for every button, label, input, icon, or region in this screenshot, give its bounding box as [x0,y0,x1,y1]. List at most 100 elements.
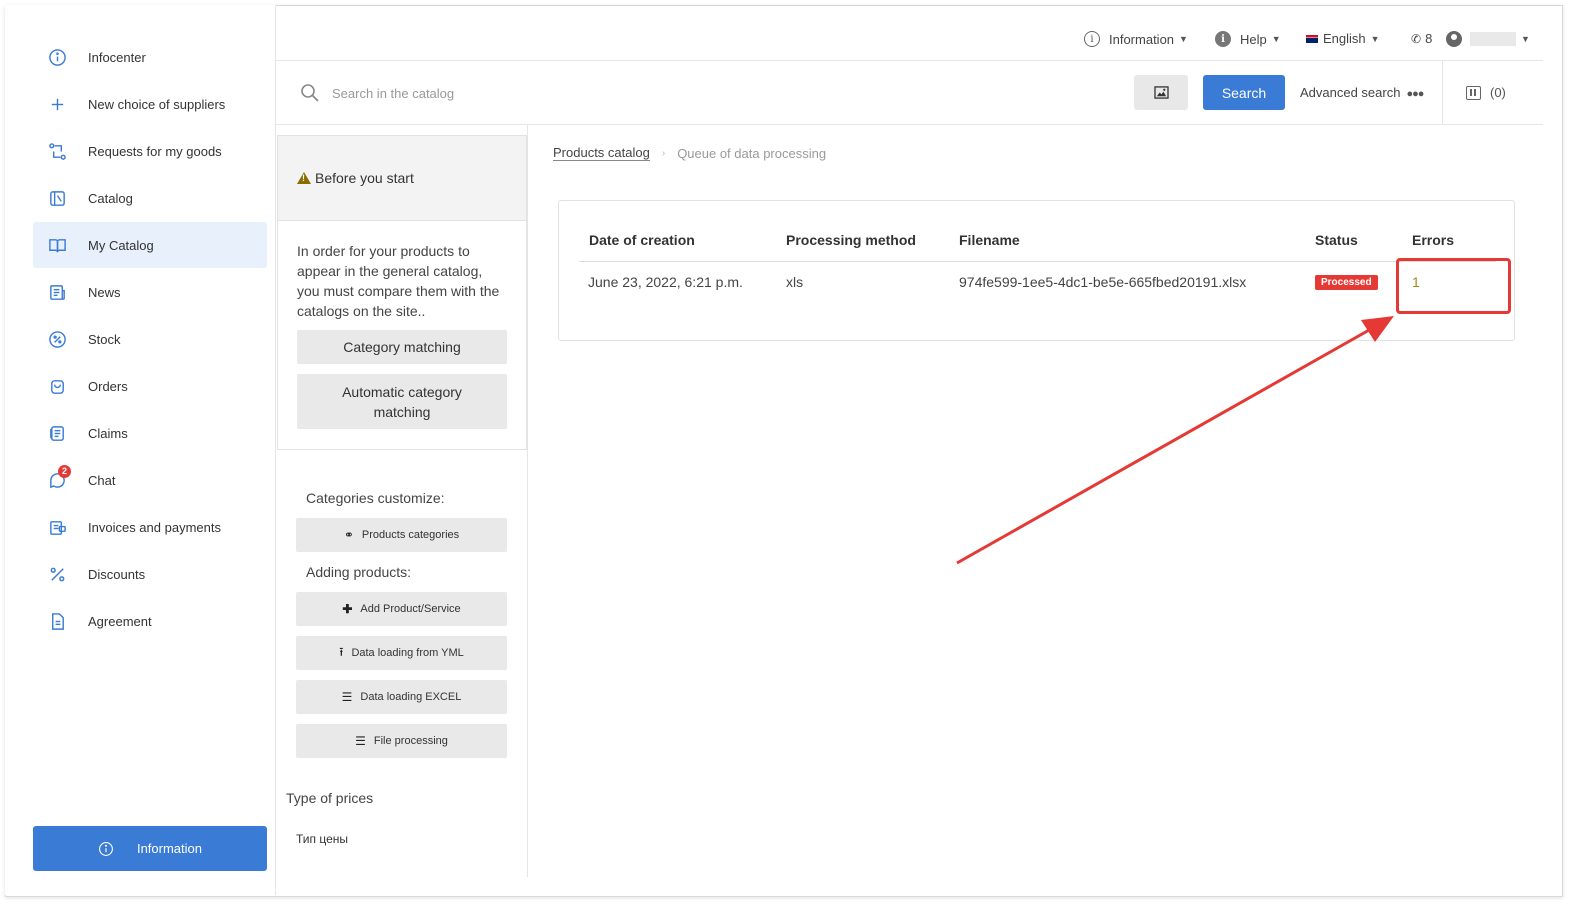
status-badge: Processed [1315,275,1378,290]
chevron-down-icon: ▼ [1179,34,1188,44]
add-product-button[interactable]: ✚ Add Product/Service [296,592,507,626]
sidebar-item-discounts[interactable]: Discounts [33,551,267,597]
search-button[interactable]: Search [1203,75,1285,110]
sidebar-item-label: New choice of suppliers [88,96,226,112]
top-bar: i Information ▼ i Help ▼ English ▼ ✆ 8 ▼ [276,25,1543,61]
before-you-start-header: Before you start [278,136,526,221]
information-menu[interactable]: i Information ▼ [1084,31,1188,47]
more-dots-icon: ●●● [1406,88,1424,100]
sidebar-item-label: My Catalog [88,237,154,253]
chat-icon: 2 [33,464,81,490]
type-of-prices-label: Type of prices [286,790,374,806]
sidebar-item-new-choice-of-suppliers[interactable]: New choice of suppliers [33,81,267,127]
compare-button[interactable]: (0) [1466,85,1506,100]
document-icon [33,612,81,631]
search-icon [301,84,319,102]
file-processing-button[interactable]: ☰ File processing [296,724,507,758]
column-header-errors: Errors [1412,232,1455,248]
breadcrumb-current: Queue of data processing [677,145,827,161]
image-search-button[interactable] [1134,75,1188,110]
sidebar-item-label: News [88,284,121,300]
swap-icon [33,142,81,161]
column-header-filename: Filename [959,232,1020,248]
advanced-search-label: Advanced search [1300,85,1401,100]
sidebar-item-infocenter[interactable]: Infocenter [33,34,267,80]
plus-icon: ✚ [342,602,353,616]
sidebar-item-invoices-and-payments[interactable]: Invoices and payments [33,504,267,550]
news-icon [33,283,81,302]
user-icon [1446,31,1462,47]
sidebar-item-catalog[interactable]: Catalog [33,175,267,221]
breadcrumb: Products catalog › Queue of data process… [553,145,826,161]
categories-customize-label: Categories customize: [306,490,445,506]
header-divider [579,261,1496,262]
search-bar: Search Advanced search ●●● (0) [276,61,1543,125]
catalog-icon [33,189,81,208]
phone-icon: ✆ [1411,31,1422,46]
compare-count: (0) [1490,85,1506,100]
sidebar-item-stock[interactable]: Stock [33,316,267,362]
sidebar: Infocenter New choice of suppliers Reque… [5,5,276,895]
link-icon: ⚭ [343,528,354,542]
cell-filename: 974fe599-1ee5-4dc1-be5e-665fbed20191.xls… [959,274,1247,290]
info-circle-icon [99,841,113,856]
help-info-icon: i [1215,31,1231,47]
products-categories-label: Products categories [361,529,460,541]
search-input[interactable] [332,83,832,103]
products-categories-button[interactable]: ⚭ Products categories [296,518,507,552]
sidebar-item-label: Chat [88,472,116,488]
adding-products-label: Adding products: [306,564,412,580]
sidebar-item-claims[interactable]: Claims [33,410,267,456]
information-button-label: Information [136,841,203,856]
chevron-down-icon: ▼ [1370,33,1380,44]
automatic-category-matching-button[interactable]: Automatic category matching [297,374,507,429]
sidebar-item-agreement[interactable]: Agreement [33,598,267,644]
price-type-link[interactable]: Тип цены [296,832,348,846]
claims-icon [33,424,81,443]
info-circle-icon: i [1084,31,1100,47]
warning-icon [297,172,311,184]
list-icon: ☰ [355,734,366,748]
plus-icon [33,95,81,114]
data-loading-excel-button[interactable]: ☰ Data loading EXCEL [296,680,507,714]
annotation-highlight-box [1396,258,1511,314]
info-circle-icon [33,48,81,67]
breadcrumb-products-catalog[interactable]: Products catalog [553,145,650,161]
column-header-status: Status [1315,232,1358,248]
percent-circle-icon [33,330,81,349]
user-menu[interactable]: ▼ [1446,31,1530,47]
sidebar-item-label: Agreement [88,613,152,629]
sidebar-item-label: Discounts [88,566,146,582]
information-menu-label: Information [1109,31,1175,47]
user-name-redacted [1470,32,1516,46]
chevron-down-icon: ▼ [1271,34,1281,44]
category-matching-button[interactable]: Category matching [297,330,507,364]
add-product-label: Add Product/Service [360,603,461,615]
phone-count: 8 [1425,31,1433,46]
percent-icon [33,565,81,584]
data-loading-yml-button[interactable]: ⭱ Data loading from YML [296,636,507,670]
invoice-icon [33,518,81,537]
help-menu[interactable]: i Help ▼ [1215,31,1281,47]
data-loading-excel-label: Data loading EXCEL [360,691,462,703]
processing-queue-table: Date of creation Processing method Filen… [558,200,1515,341]
chat-badge: 2 [58,464,71,478]
sidebar-item-news[interactable]: News [33,269,267,315]
sidebar-item-requests-for-my-goods[interactable]: Requests for my goods [33,128,267,174]
upload-icon: ⭱ [339,644,344,659]
language-menu[interactable]: English ▼ [1306,31,1380,46]
language-menu-label: English [1323,31,1366,46]
sidebar-item-chat[interactable]: 2 Chat [33,457,267,503]
sidebar-item-my-catalog[interactable]: My Catalog [33,222,267,268]
breadcrumb-separator: › [661,147,666,159]
sidebar-item-label: Requests for my goods [88,143,222,159]
advanced-search-link[interactable]: Advanced search ●●● [1300,85,1424,100]
before-you-start-title: Before you start [315,170,414,186]
help-menu-label: Help [1240,31,1267,47]
sidebar-item-label: Stock [88,331,121,347]
image-icon [1153,86,1169,99]
sidebar-item-orders[interactable]: Orders [33,363,267,409]
information-button[interactable]: Information [33,826,267,871]
uk-flag-icon [1306,34,1318,43]
phone-menu[interactable]: ✆ 8 [1411,31,1432,46]
